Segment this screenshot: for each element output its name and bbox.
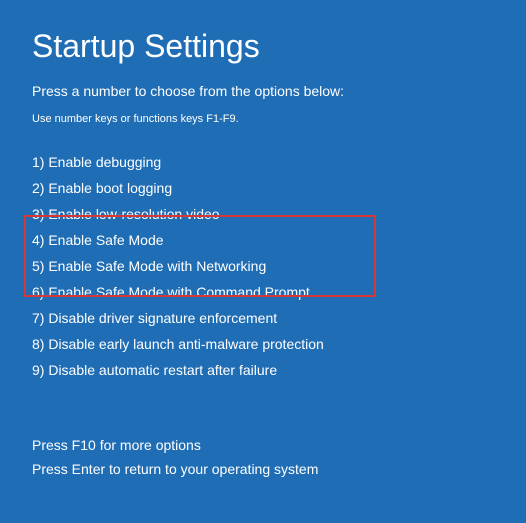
page-subtitle: Press a number to choose from the option… xyxy=(32,83,494,99)
option-7-disable-driver-signature[interactable]: 7) Disable driver signature enforcement xyxy=(32,305,494,331)
option-9-disable-auto-restart[interactable]: 9) Disable automatic restart after failu… xyxy=(32,357,494,383)
option-3-low-resolution[interactable]: 3) Enable low-resolution video xyxy=(32,201,494,227)
option-1-debugging[interactable]: 1) Enable debugging xyxy=(32,149,494,175)
option-2-boot-logging[interactable]: 2) Enable boot logging xyxy=(32,175,494,201)
footer-return: Press Enter to return to your operating … xyxy=(32,457,318,481)
option-6-safe-mode-command-prompt[interactable]: 6) Enable Safe Mode with Command Prompt xyxy=(32,279,494,305)
options-list: 1) Enable debugging 2) Enable boot loggi… xyxy=(32,149,494,383)
footer: Press F10 for more options Press Enter t… xyxy=(32,433,318,481)
page-title: Startup Settings xyxy=(32,28,494,65)
option-4-safe-mode[interactable]: 4) Enable Safe Mode xyxy=(32,227,494,253)
key-hint: Use number keys or functions keys F1-F9. xyxy=(32,113,494,125)
option-8-disable-anti-malware[interactable]: 8) Disable early launch anti-malware pro… xyxy=(32,331,494,357)
option-5-safe-mode-networking[interactable]: 5) Enable Safe Mode with Networking xyxy=(32,253,494,279)
footer-more-options: Press F10 for more options xyxy=(32,433,318,457)
